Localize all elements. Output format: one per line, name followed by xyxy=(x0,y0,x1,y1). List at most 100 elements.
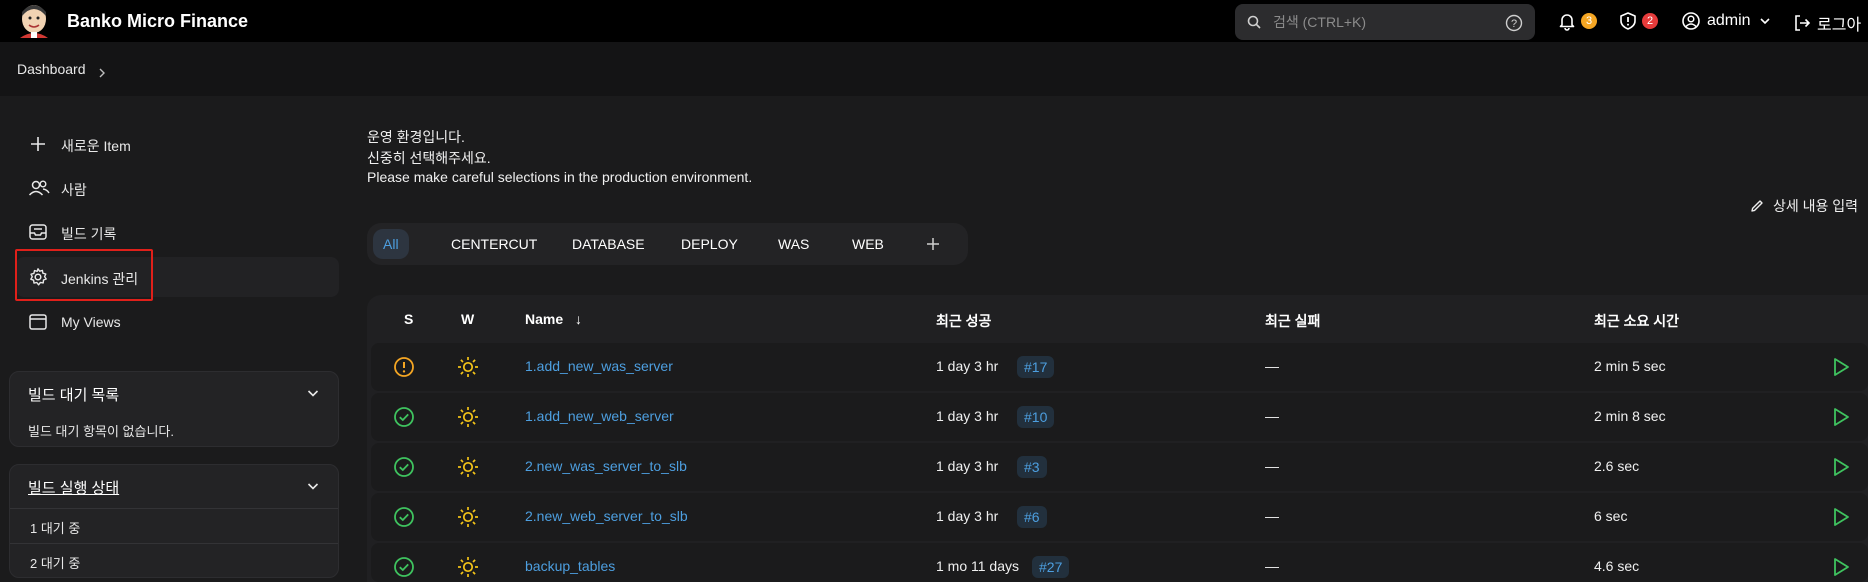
build-number-link[interactable]: #3 xyxy=(1017,456,1047,478)
column-header-status[interactable]: S xyxy=(404,311,413,327)
bell-icon xyxy=(1557,11,1577,31)
executor-item: 1 대기 중 xyxy=(30,521,81,536)
warning-status-icon xyxy=(393,356,415,378)
table-row: 1.add_new_web_server 1 day 3 hr #10 — 2 … xyxy=(371,393,1868,441)
logout-button[interactable]: 로그아 xyxy=(1792,11,1861,35)
success-status-icon xyxy=(393,556,415,578)
edit-description-label: 상세 내용 입력 xyxy=(1773,198,1859,214)
user-name: admin xyxy=(1707,12,1751,29)
sidebar-item-people[interactable]: 사람 xyxy=(16,168,339,208)
help-icon[interactable]: ? xyxy=(1505,14,1523,32)
sidebar-item-my-views[interactable]: My Views xyxy=(16,302,339,342)
user-menu[interactable]: admin xyxy=(1681,11,1771,31)
job-name-link[interactable]: 2.new_web_server_to_slb xyxy=(525,508,688,524)
tab-deploy[interactable]: DEPLOY xyxy=(671,229,748,259)
chevron-right-icon[interactable] xyxy=(97,67,107,79)
tab-database[interactable]: DATABASE xyxy=(562,229,655,259)
job-name-link[interactable]: 1.add_new_web_server xyxy=(525,408,674,424)
window-icon xyxy=(28,312,48,332)
logout-label: 로그아 xyxy=(1817,17,1862,34)
column-header-last-duration[interactable]: 최근 소요 시간 xyxy=(1594,311,1679,331)
sort-arrow-icon[interactable]: ↓ xyxy=(575,311,582,327)
logout-icon xyxy=(1792,13,1812,33)
notifications-button[interactable]: 3 xyxy=(1557,11,1597,31)
description-line: 운영 환경입니다. xyxy=(367,129,465,145)
success-status-icon xyxy=(393,406,415,428)
last-duration: 2 min 8 sec xyxy=(1594,408,1666,424)
tab-centercut[interactable]: CENTERCUT xyxy=(441,229,547,259)
play-icon[interactable] xyxy=(1832,457,1850,477)
sidebar-item-new-item[interactable]: 새로운 Item xyxy=(16,124,339,164)
job-name-link[interactable]: 1.add_new_was_server xyxy=(525,358,673,374)
table-row: 2.new_web_server_to_slb 1 day 3 hr #6 — … xyxy=(371,493,1868,541)
chevron-down-icon xyxy=(1759,15,1771,27)
security-button[interactable]: 2 xyxy=(1618,11,1658,31)
column-header-last-success[interactable]: 최근 성공 xyxy=(936,311,991,331)
last-failure: — xyxy=(1265,558,1279,574)
sunny-weather-icon xyxy=(457,456,479,478)
executor-status-title[interactable]: 빌드 실행 상태 xyxy=(28,477,119,498)
table-row: backup_tables 1 mo 11 days #27 — 4.6 sec xyxy=(371,543,1868,582)
executor-status-panel: 빌드 실행 상태 1 대기 중 2 대기 중 xyxy=(9,464,339,578)
build-queue-panel: 빌드 대기 목록 빌드 대기 항목이 없습니다. xyxy=(9,371,339,447)
jobs-table: S W Name ↓ 최근 성공 최근 실패 최근 소요 시간 1.add_ne… xyxy=(367,295,1868,582)
notifications-badge: 3 xyxy=(1581,13,1597,29)
search-box[interactable]: ? xyxy=(1235,4,1535,40)
sidebar-item-label: Jenkins 관리 xyxy=(61,271,139,287)
divider xyxy=(10,543,338,544)
gear-icon xyxy=(28,267,48,287)
shield-alert-icon xyxy=(1618,11,1638,31)
svg-text:?: ? xyxy=(1511,18,1517,30)
job-name-link[interactable]: 2.new_was_server_to_slb xyxy=(525,458,687,474)
search-input[interactable] xyxy=(1273,10,1493,34)
build-number-link[interactable]: #27 xyxy=(1032,556,1070,578)
build-queue-title[interactable]: 빌드 대기 목록 xyxy=(28,384,119,405)
play-icon[interactable] xyxy=(1832,557,1850,577)
last-duration: 4.6 sec xyxy=(1594,558,1640,574)
build-number-link[interactable]: #6 xyxy=(1017,506,1047,528)
jenkins-logo-icon[interactable] xyxy=(16,2,52,40)
play-icon[interactable] xyxy=(1832,357,1850,377)
play-icon[interactable] xyxy=(1832,507,1850,527)
sunny-weather-icon xyxy=(457,556,479,578)
job-name-link[interactable]: backup_tables xyxy=(525,558,615,574)
plus-icon xyxy=(28,134,48,154)
chevron-down-icon[interactable] xyxy=(306,479,320,493)
edit-description-button[interactable]: 상세 내용 입력 xyxy=(1749,196,1858,216)
tab-web[interactable]: WEB xyxy=(842,229,894,259)
last-failure: — xyxy=(1265,408,1279,424)
breadcrumb-dashboard[interactable]: Dashboard xyxy=(17,61,86,77)
column-header-weather[interactable]: W xyxy=(461,311,474,327)
view-tabs: All CENTERCUT DATABASE DEPLOY WAS WEB xyxy=(367,223,968,265)
sidebar-item-build-history[interactable]: 빌드 기록 xyxy=(16,212,339,252)
sidebar-item-label: 사람 xyxy=(61,182,87,198)
play-icon[interactable] xyxy=(1832,407,1850,427)
column-header-last-failure[interactable]: 최근 실패 xyxy=(1265,311,1320,331)
column-header-name[interactable]: Name xyxy=(525,311,563,327)
sidebar-item-manage-jenkins[interactable]: Jenkins 관리 xyxy=(16,257,339,297)
divider xyxy=(10,508,338,509)
last-failure: — xyxy=(1265,508,1279,524)
security-badge: 2 xyxy=(1642,13,1658,29)
user-icon xyxy=(1681,11,1701,31)
pencil-icon xyxy=(1751,200,1763,212)
add-view-icon[interactable] xyxy=(923,234,943,254)
app-title[interactable]: Banko Micro Finance xyxy=(67,11,248,32)
chevron-down-icon[interactable] xyxy=(306,386,320,400)
tab-all[interactable]: All xyxy=(373,229,409,259)
build-number-link[interactable]: #17 xyxy=(1017,356,1055,378)
sidebar-item-label: 새로운 Item xyxy=(61,138,131,154)
search-icon xyxy=(1247,15,1261,29)
last-duration: 2.6 sec xyxy=(1594,458,1640,474)
last-success-time: 1 day 3 hr xyxy=(936,408,999,424)
sidebar-item-label: 빌드 기록 xyxy=(61,226,117,242)
last-duration: 6 sec xyxy=(1594,508,1628,524)
build-number-link[interactable]: #10 xyxy=(1017,406,1055,428)
success-status-icon xyxy=(393,506,415,528)
description-line: 신중히 선택해주세요. xyxy=(367,150,491,166)
people-icon xyxy=(28,178,50,198)
sunny-weather-icon xyxy=(457,506,479,528)
tab-was[interactable]: WAS xyxy=(768,229,819,259)
last-success-time: 1 mo 11 days xyxy=(936,558,1020,574)
last-success-time: 1 day 3 hr xyxy=(936,508,999,524)
